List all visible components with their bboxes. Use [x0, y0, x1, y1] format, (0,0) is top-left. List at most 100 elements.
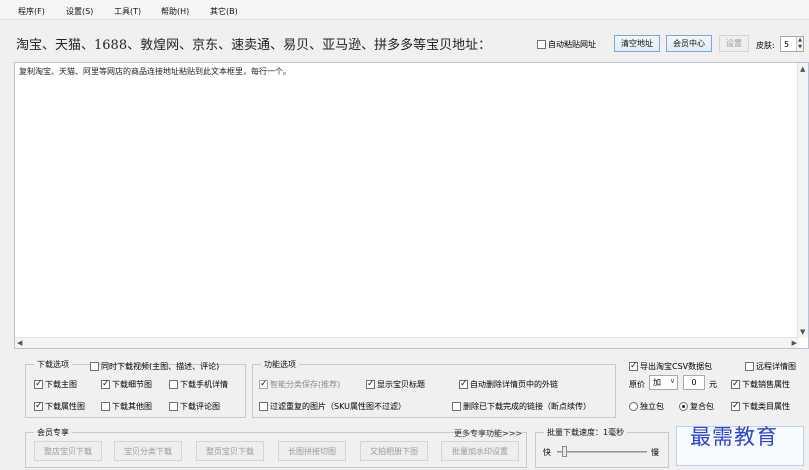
address-toolbar: 淘宝、天猫、1688、敦煌网、京东、速卖通、易贝、亚马逊、拼多多等宝贝地址： 自…: [0, 20, 809, 62]
price-unit: 元: [709, 380, 717, 389]
download-mobile-detail-check[interactable]: [169, 380, 178, 389]
download-attr-image-checkbox[interactable]: 下载属性图: [34, 400, 85, 412]
remote-detail-label: 远程详情图: [756, 362, 796, 371]
remote-detail-checkbox[interactable]: 远程详情图: [745, 361, 796, 372]
settings-button[interactable]: 设置: [719, 35, 749, 52]
download-attr-image-label: 下载属性图: [45, 402, 85, 411]
download-main-image-label: 下载主图: [45, 380, 77, 389]
speed-slider-thumb[interactable]: [561, 446, 567, 457]
remote-detail-check[interactable]: [745, 362, 754, 371]
single-pkg-radio-dot[interactable]: [629, 402, 638, 411]
auto-paste-label: 自动粘贴网址: [548, 40, 596, 49]
filter-duplicates-label: 过滤重复的图片（SKU属性图不过滤）: [270, 402, 406, 411]
menu-bar: 程序(F) 设置(S) 工具(T) 帮助(H) 其它(B): [0, 0, 809, 20]
feature-options-title: 功能选项: [261, 359, 299, 370]
speed-slider[interactable]: [557, 451, 647, 453]
delete-downloaded-check[interactable]: [452, 402, 461, 411]
page-download-button[interactable]: 整页宝贝下载: [196, 441, 264, 461]
delete-downloaded-checkbox[interactable]: 删除已下载完成的链接（断点续传）: [452, 401, 591, 412]
download-other-image-checkbox[interactable]: 下载其他图: [101, 401, 152, 412]
smart-category-label: 智能分类保存(推荐): [270, 380, 341, 389]
menu-help[interactable]: 帮助(H): [161, 6, 189, 17]
price-operator-value: 加: [653, 378, 661, 387]
export-csv-check[interactable]: [629, 360, 638, 372]
download-detail-image-checkbox[interactable]: 下载细节图: [101, 378, 152, 390]
smart-category-checkbox[interactable]: 智能分类保存(推荐): [259, 378, 341, 390]
scroll-left-icon[interactable]: ◀: [17, 339, 22, 347]
combined-pkg-radio[interactable]: 复合包: [679, 401, 714, 412]
category-attr-checkbox[interactable]: 下载类目属性: [731, 400, 790, 412]
auto-paste-check[interactable]: [537, 40, 546, 49]
menu-tools[interactable]: 工具(T): [114, 6, 141, 17]
remove-external-links-label: 自动删除详情页中的外链: [470, 380, 558, 389]
scroll-right-icon[interactable]: ▶: [792, 339, 797, 347]
upyun-album-button[interactable]: 又拍相册下图: [360, 441, 428, 461]
export-csv-checkbox[interactable]: 导出淘宝CSV数据包: [629, 360, 713, 372]
menu-settings[interactable]: 设置(S): [66, 6, 93, 17]
member-center-button[interactable]: 会员中心: [666, 35, 712, 52]
price-operator-select[interactable]: 加 ∨: [649, 375, 678, 390]
stepper-arrows-icon[interactable]: ▲ ▼: [796, 37, 803, 51]
delete-downloaded-label: 删除已下载完成的链接（断点续传）: [463, 402, 591, 411]
remove-external-links-checkbox[interactable]: 自动删除详情页中的外链: [459, 378, 558, 390]
download-attr-image-check[interactable]: [34, 400, 43, 412]
skin-value: 5: [784, 39, 790, 49]
skin-stepper[interactable]: 5 ▲ ▼: [780, 36, 804, 52]
scroll-down-icon[interactable]: ▼: [800, 328, 805, 336]
show-title-checkbox[interactable]: 显示宝贝标题: [366, 378, 425, 390]
single-pkg-radio[interactable]: 独立包: [629, 401, 664, 412]
vertical-scrollbar[interactable]: ▲ ▼: [797, 63, 808, 338]
horizontal-scrollbar[interactable]: ◀ ▶: [15, 337, 799, 348]
download-mobile-detail-label: 下载手机详情: [180, 380, 228, 389]
category-download-button[interactable]: 宝贝分类下载: [114, 441, 182, 461]
download-detail-image-check[interactable]: [101, 378, 110, 390]
show-title-check[interactable]: [366, 378, 375, 390]
download-video-checkbox[interactable]: 同时下载视频(主图、描述、评论): [90, 361, 219, 372]
speed-slow-label: 慢: [651, 448, 659, 457]
smart-category-check[interactable]: [259, 378, 268, 390]
download-detail-image-label: 下载细节图: [112, 380, 152, 389]
menu-other[interactable]: 其它(B): [210, 6, 238, 17]
sales-attr-checkbox[interactable]: 下载销售属性: [731, 378, 790, 390]
sales-attr-check[interactable]: [731, 378, 740, 390]
download-mobile-detail-checkbox[interactable]: 下载手机详情: [169, 379, 228, 390]
batch-watermark-button[interactable]: 批量加水印设置: [441, 441, 519, 461]
sales-attr-label: 下载销售属性: [742, 380, 790, 389]
category-attr-label: 下载类目属性: [742, 402, 790, 411]
menu-program[interactable]: 程序(F): [18, 6, 45, 17]
filter-duplicates-checkbox[interactable]: 过滤重复的图片（SKU属性图不过滤）: [259, 401, 406, 412]
download-other-image-label: 下载其他图: [112, 402, 152, 411]
single-pkg-label: 独立包: [640, 402, 664, 411]
long-image-button[interactable]: 长图拼接切图: [278, 441, 346, 461]
combined-pkg-radio-dot[interactable]: [679, 402, 688, 411]
show-title-label: 显示宝贝标题: [377, 380, 425, 389]
address-label: 淘宝、天猫、1688、敦煌网、京东、速卖通、易贝、亚马逊、拼多多等宝贝地址：: [16, 38, 492, 53]
download-review-image-checkbox[interactable]: 下载评论图: [169, 401, 220, 412]
chevron-down-icon: ∨: [669, 377, 675, 385]
remove-external-links-check[interactable]: [459, 378, 468, 390]
speed-fast-label: 快: [543, 448, 551, 457]
price-value-input[interactable]: 0: [683, 375, 705, 390]
url-textarea[interactable]: 复制淘宝、天猫、阿里等网店的商品连接地址粘贴到此文本框里，每行一个。 ▲ ▼ ◀…: [14, 62, 809, 349]
price-label: 原价: [629, 380, 645, 389]
download-video-label: 同时下载视频(主图、描述、评论): [101, 362, 220, 371]
speed-title: 批量下载速度：1毫秒: [544, 427, 628, 438]
download-options-title: 下载选项: [34, 359, 72, 370]
download-review-image-check[interactable]: [169, 402, 178, 411]
download-main-image-checkbox[interactable]: 下载主图: [34, 378, 77, 390]
scroll-up-icon[interactable]: ▲: [800, 65, 805, 73]
textarea-content: 复制淘宝、天猫、阿里等网店的商品连接地址粘贴到此文本框里，每行一个。: [19, 67, 291, 76]
download-main-image-check[interactable]: [34, 378, 43, 390]
speed-group: 批量下载速度：1毫秒: [535, 427, 669, 468]
download-other-image-check[interactable]: [101, 402, 110, 411]
skin-label: 皮肤:: [756, 41, 775, 50]
category-attr-check[interactable]: [731, 400, 740, 412]
filter-duplicates-check[interactable]: [259, 402, 268, 411]
export-csv-label: 导出淘宝CSV数据包: [640, 362, 713, 371]
price-value: 0: [691, 378, 697, 387]
more-features-link[interactable]: 更多专享功能>>>: [454, 428, 522, 439]
shop-download-button[interactable]: 整店宝贝下载: [34, 441, 102, 461]
clear-address-button[interactable]: 清空地址: [614, 35, 660, 52]
auto-paste-checkbox[interactable]: 自动粘贴网址: [537, 39, 596, 50]
download-video-check[interactable]: [90, 362, 99, 371]
